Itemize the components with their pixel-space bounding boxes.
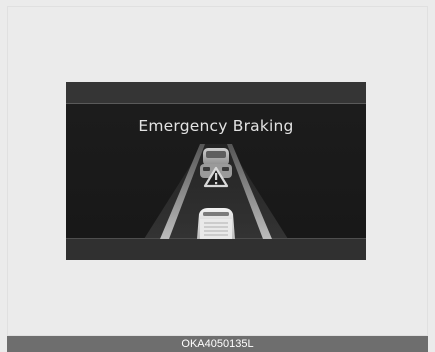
ego-vehicle-icon: [197, 208, 235, 239]
figure-caption: OKA4050135L: [7, 336, 428, 352]
braking-scene-graphic: [144, 144, 288, 239]
instrument-cluster-display: Emergency Braking: [66, 82, 366, 260]
warning-message: Emergency Braking: [138, 117, 294, 135]
